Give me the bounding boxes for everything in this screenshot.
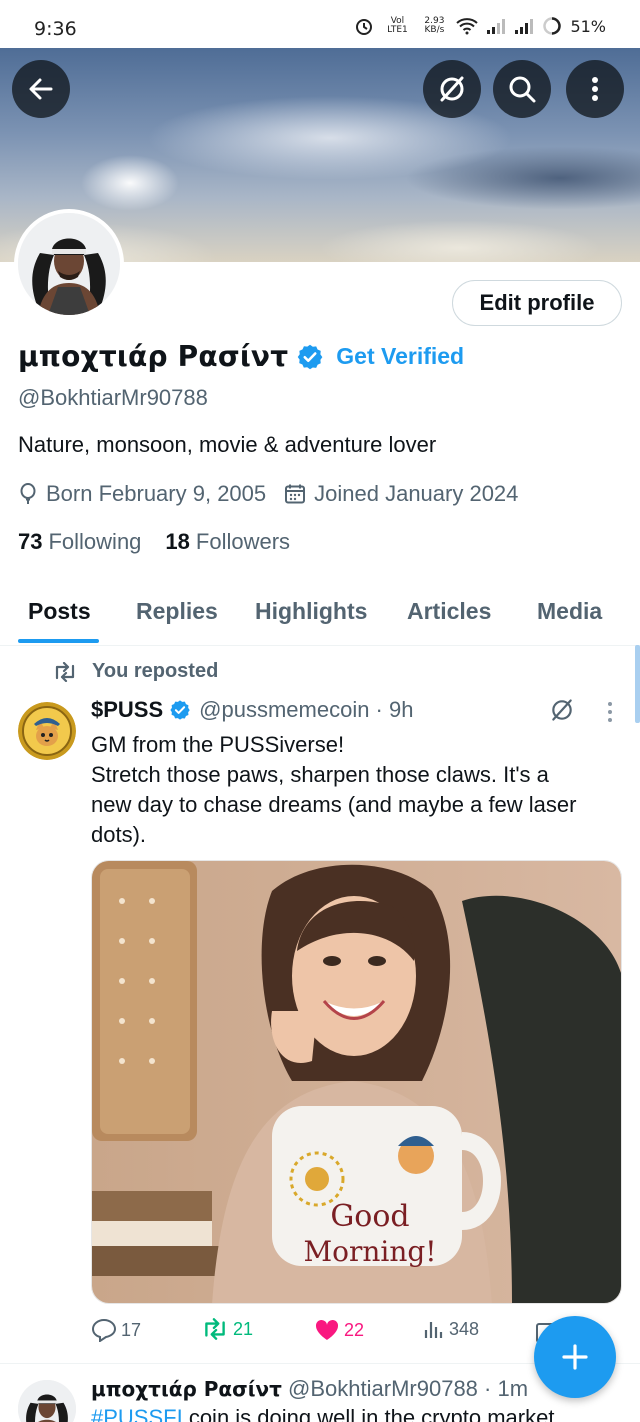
profile-bio: Nature, monsoon, movie & adventure lover (18, 432, 437, 457)
profile-name-row: μποχτιάρ Ρασίντ Get Verified (18, 340, 464, 373)
grok-button[interactable] (423, 60, 481, 118)
post-author-handle: @pussmemecoin · 9h (199, 697, 414, 722)
get-verified-link[interactable]: Get Verified (336, 343, 464, 370)
wifi-icon (456, 18, 479, 35)
post-header: $PUSS @pussmemecoin · 9h (91, 697, 413, 723)
post-more-icon[interactable] (606, 701, 614, 723)
profile-handle: @BokhtiarMr90788 (18, 385, 208, 410)
mug-text-good: Good (330, 1199, 409, 1234)
repost-label: You reposted (92, 660, 219, 682)
back-button[interactable] (12, 60, 70, 118)
balloon-icon (20, 483, 36, 504)
search-icon (509, 76, 536, 103)
post-media-image[interactable]: Good Morning! (91, 860, 622, 1304)
repost-count: 21 (233, 1318, 254, 1339)
analytics-icon (424, 1322, 443, 1338)
battery-percent: 51% (570, 16, 606, 36)
profile-birthdate: Born February 9, 2005 (46, 481, 267, 506)
reply-count: 17 (121, 1319, 142, 1340)
following-count: 73 (18, 529, 43, 554)
post-author-name[interactable]: $PUSS (91, 697, 163, 723)
profile-tabs: Posts Replies Highlights Articles Media (0, 580, 640, 646)
repost-context: You reposted (52, 660, 218, 683)
followers-count: 18 (165, 529, 190, 554)
tab-highlights[interactable]: Highlights (255, 598, 367, 625)
post-text-line: Stretch those paws, sharpen those claws.… (91, 762, 549, 787)
post2-text: #PUSSFI coin is doing well in the crypto… (91, 1405, 554, 1422)
alarm-icon (356, 19, 373, 35)
signal-icon-1 (487, 19, 506, 34)
tab-media[interactable]: Media (537, 598, 602, 625)
verified-icon (170, 700, 190, 720)
more-options-button[interactable] (566, 60, 624, 118)
followers-label: Followers (195, 529, 291, 554)
status-bar: 9:36 Vol LTE1 2.93 KB/s 51% (0, 0, 640, 52)
post2-header: μποχτιάρ Ρασίντ @BokhtiarMr90788 · 1m (91, 1376, 528, 1402)
tab-posts[interactable]: Posts (28, 598, 91, 625)
puss-coin-logo (18, 702, 76, 760)
compose-post-button[interactable] (534, 1316, 616, 1398)
post-text: GM from the PUSSiverse! Stretch those pa… (91, 730, 621, 850)
network-type: Vol LTE1 (387, 16, 408, 35)
active-tab-indicator (18, 639, 99, 643)
search-button[interactable] (493, 60, 551, 118)
scrollbar-thumb[interactable] (635, 645, 640, 723)
post2-author-name[interactable]: μποχτιάρ Ρασίντ (91, 1377, 282, 1401)
post2-author-handle: @BokhtiarMr90788 · 1m (288, 1376, 529, 1401)
like-count: 22 (344, 1319, 365, 1340)
tab-articles[interactable]: Articles (407, 598, 491, 625)
verified-icon[interactable] (296, 343, 324, 371)
repost-icon (205, 1318, 225, 1340)
post2-author-avatar[interactable] (18, 1380, 76, 1422)
profile-meta: Born February 9, 2005 Joined January 202… (18, 481, 518, 507)
battery-icon (543, 17, 562, 35)
followers-link[interactable]: 18 Followers (165, 529, 290, 555)
post-author-avatar[interactable] (18, 702, 76, 760)
tab-replies[interactable]: Replies (136, 598, 218, 625)
post-text-line: dots). (91, 822, 147, 847)
repost-button[interactable]: 21 (201, 1318, 253, 1340)
calendar-icon (285, 484, 306, 504)
arrow-left-icon (29, 78, 53, 100)
post2-hashtag[interactable]: #PUSSFI (91, 1405, 183, 1422)
more-vertical-icon (592, 77, 598, 101)
plus-icon (562, 1344, 588, 1370)
views-button[interactable]: 348 (423, 1318, 479, 1340)
grok-icon[interactable] (549, 697, 575, 723)
post2-text-rest: coin is doing well in the crypto market (182, 1405, 555, 1422)
status-time: 9:36 (34, 18, 77, 40)
avatar-illustration (18, 1380, 76, 1422)
profile-display-name: μποχτιάρ Ρασίντ (18, 340, 289, 373)
post-text-line: new day to chase dreams (and maybe a few… (91, 792, 577, 817)
views-count: 348 (449, 1318, 480, 1339)
following-link[interactable]: 73 Following (18, 529, 141, 555)
reply-button[interactable]: 17 (91, 1318, 141, 1342)
network-speed-unit: KB/s (424, 25, 445, 35)
avatar-illustration (18, 213, 120, 315)
good-morning-illustration: Good Morning! (92, 861, 621, 1303)
heart-filled-icon (315, 1319, 339, 1340)
reply-icon (91, 1318, 117, 1342)
profile-join-date: Joined January 2024 (314, 481, 519, 506)
like-button[interactable]: 22 (314, 1318, 364, 1342)
mug-text-morning: Morning! (303, 1235, 436, 1268)
signal-icon-2 (515, 19, 534, 34)
repost-icon (55, 661, 75, 682)
following-label: Following (48, 529, 142, 554)
post-text-line: GM from the PUSSiverse! (91, 732, 345, 757)
profile-avatar[interactable] (14, 209, 124, 319)
edit-profile-button[interactable]: Edit profile (452, 280, 622, 326)
status-icons: Vol LTE1 2.93 KB/s 51% (354, 16, 606, 36)
network-speed: 2.93 KB/s (420, 17, 448, 35)
follow-stats: 73 Following 18 Followers (18, 529, 290, 555)
grok-icon (440, 76, 464, 102)
